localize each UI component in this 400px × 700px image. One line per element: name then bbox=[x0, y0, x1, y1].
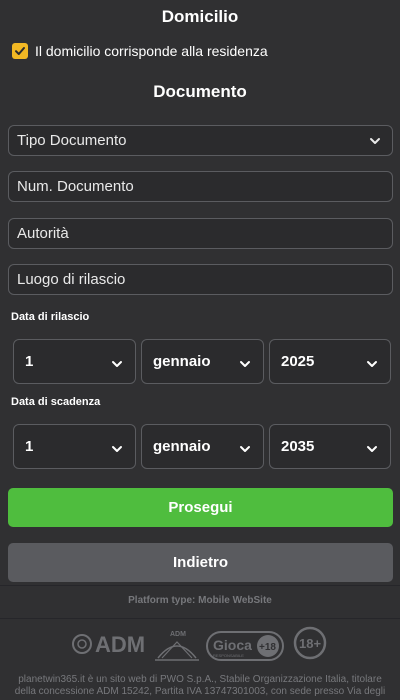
checkmark-icon bbox=[15, 47, 25, 55]
data-scadenza-label: Data di scadenza bbox=[11, 396, 101, 408]
eighteen-text: 18+ bbox=[299, 636, 321, 651]
chevron-down-icon bbox=[370, 138, 380, 144]
plus18-text: +18 bbox=[259, 642, 276, 653]
gioca-text: Gioca bbox=[213, 637, 252, 653]
scadenza-day-value: 1 bbox=[25, 438, 34, 455]
chevron-down-icon bbox=[112, 361, 122, 367]
adm-emblem-text: ADM bbox=[170, 631, 186, 638]
autorita-placeholder: Autorità bbox=[17, 225, 69, 242]
scadenza-year-value: 2035 bbox=[281, 438, 315, 455]
domicilio-title: Domicilio bbox=[161, 7, 239, 26]
tipo-documento-select[interactable]: Tipo Documento bbox=[8, 125, 393, 156]
autorita-input[interactable]: Autorità bbox=[8, 218, 393, 249]
data-rilascio-label: Data di rilascio bbox=[11, 311, 90, 323]
indietro-button[interactable]: Indietro bbox=[8, 543, 393, 582]
chevron-down-icon bbox=[367, 361, 377, 367]
rilascio-year-value: 2025 bbox=[281, 353, 315, 370]
chevron-down-icon bbox=[240, 446, 250, 452]
platform-type: Platform type: Mobile WebSite bbox=[128, 595, 272, 606]
adm-logo: ADM bbox=[72, 632, 145, 657]
domicilio-checkbox-label: Il domicilio corrisponde alla residenza bbox=[35, 43, 268, 59]
prosegui-button[interactable]: Prosegui bbox=[8, 488, 393, 527]
responsabile-text: RESPONSABILE bbox=[213, 653, 244, 658]
scadenza-day-select[interactable]: 1 bbox=[13, 424, 136, 469]
luogo-rilascio-placeholder: Luogo di rilascio bbox=[17, 271, 126, 288]
footer-line-2: della concessione ADM 15242, Partita IVA… bbox=[14, 686, 386, 697]
scadenza-year-select[interactable]: 2035 bbox=[269, 424, 391, 469]
documento-title: Documento bbox=[153, 82, 247, 101]
rilascio-month-select[interactable]: gennaio bbox=[141, 339, 264, 384]
divider bbox=[0, 618, 400, 619]
chevron-down-icon bbox=[367, 446, 377, 452]
tipo-documento-label: Tipo Documento bbox=[17, 132, 127, 149]
chevron-down-icon bbox=[112, 446, 122, 452]
footer-logos: ADM ADM Gioca RESPONSABILE +18 18+ bbox=[0, 624, 400, 668]
gioca-responsabile-logo: Gioca RESPONSABILE +18 bbox=[206, 631, 284, 661]
num-documento-placeholder: Num. Documento bbox=[17, 178, 134, 195]
rilascio-day-value: 1 bbox=[25, 353, 34, 370]
rilascio-year-select[interactable]: 2025 bbox=[269, 339, 391, 384]
domicilio-checkbox[interactable] bbox=[12, 43, 28, 59]
scadenza-month-value: gennaio bbox=[153, 438, 211, 455]
footer-line-1: planetwin365.it è un sito web di PWO S.p… bbox=[18, 674, 382, 685]
age-18-badge: 18+ bbox=[293, 626, 327, 660]
rilascio-day-select[interactable]: 1 bbox=[13, 339, 136, 384]
rilascio-month-value: gennaio bbox=[153, 353, 211, 370]
divider bbox=[0, 585, 400, 586]
adm-logo-text: ADM bbox=[95, 632, 145, 657]
luogo-rilascio-input[interactable]: Luogo di rilascio bbox=[8, 264, 393, 295]
scadenza-month-select[interactable]: gennaio bbox=[141, 424, 264, 469]
footer-legal-text: planetwin365.it è un sito web di PWO S.p… bbox=[0, 674, 400, 698]
chevron-down-icon bbox=[240, 361, 250, 367]
num-documento-input[interactable]: Num. Documento bbox=[8, 171, 393, 202]
adm-emblem-logo: ADM bbox=[155, 631, 199, 661]
domicilio-checkbox-row[interactable]: Il domicilio corrisponde alla residenza bbox=[12, 41, 268, 61]
